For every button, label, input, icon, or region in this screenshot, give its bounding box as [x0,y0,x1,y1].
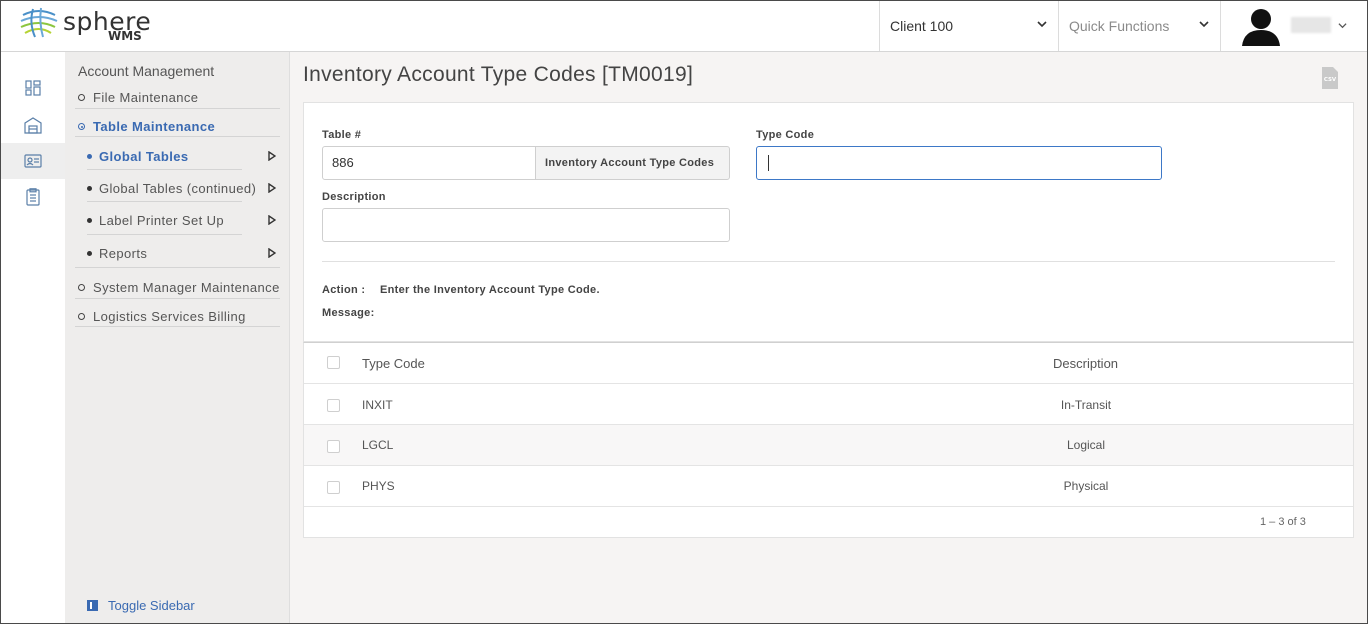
sidebar-item-label: Logistics Services Billing [93,309,246,324]
expand-triangle-icon[interactable] [268,248,276,258]
sidebar-subitem-label: Label Printer Set Up [99,213,225,228]
circle-bullet-icon [78,284,85,291]
selected-bullet-icon [78,123,85,130]
select-all-checkbox[interactable] [327,356,340,369]
chevron-down-icon [1338,23,1347,29]
rail-dashboard[interactable] [1,70,65,106]
dashboard-icon [25,80,41,96]
quick-functions-select[interactable]: Quick Functions [1058,1,1221,51]
cell-description: Logical [1066,438,1106,452]
toggle-sidebar-label: Toggle Sidebar [108,598,195,613]
sidebar-subitem-global-tables[interactable]: Global Tables [87,149,188,164]
sidebar-title: Account Management [78,63,215,79]
action-value: Enter the Inventory Account Type Code. [380,284,600,296]
sidebar-item-table-maintenance[interactable]: Table Maintenance [78,119,215,134]
table-number-input[interactable]: 886 [322,146,536,180]
divider [75,326,280,327]
client-select-value: Client 100 [890,18,954,34]
form-divider [322,261,1335,262]
cell-description: Physical [1063,479,1109,493]
account-card-icon [24,154,42,168]
sidebar-item-label: File Maintenance [93,90,199,105]
action-label: Action : [322,284,366,296]
divider [75,108,280,109]
sidebar-item-file-maintenance[interactable]: File Maintenance [78,90,198,105]
divider [87,201,242,202]
form-panel: Table # 886 Inventory Account Type Codes… [303,102,1354,342]
divider [75,136,280,137]
sidebar-item-system-manager-maintenance[interactable]: System Manager Maintenance [78,280,280,295]
cell-type-code: LGCL [362,438,394,452]
table-row[interactable]: LGCL Logical [304,425,1353,466]
sidebar-toggle-icon [87,600,98,611]
page-title: Inventory Account Type Codes [TM0019] [303,63,694,86]
sidebar: Account Management File Maintenance Tabl… [65,52,290,623]
sidebar-subitem-label: Global Tables (continued) [99,181,257,196]
chevron-down-icon [1199,21,1209,28]
circle-bullet-icon [78,313,85,320]
sidebar-subitem-label: Reports [99,246,148,261]
sphere-logo[interactable]: sphere WMS [19,5,159,47]
app-window: sphere WMS Client 100 Quick Functions Ac… [0,0,1368,624]
csv-export-icon[interactable]: CSV [1322,67,1338,89]
icon-rail [1,52,65,623]
expand-triangle-icon[interactable] [268,151,276,161]
table-name-addon: Inventory Account Type Codes [535,146,730,180]
expand-triangle-icon[interactable] [268,215,276,225]
table-row[interactable]: PHYS Physical [304,466,1353,507]
expand-triangle-icon[interactable] [268,183,276,193]
user-name-redacted [1291,17,1331,33]
divider [87,169,242,170]
type-code-label: Type Code [756,129,815,141]
chevron-down-icon [1037,21,1047,28]
sidebar-item-label: System Manager Maintenance [93,280,280,295]
table-row[interactable]: INXIT In-Transit [304,384,1353,425]
bullet-icon [87,251,92,256]
pagination-range: 1 – 3 of 3 [1260,516,1306,528]
description-label: Description [322,191,386,203]
user-menu[interactable] [1220,1,1367,51]
column-header-type-code[interactable]: Type Code [362,356,425,371]
cell-type-code: PHYS [362,479,395,493]
row-checkbox[interactable] [327,481,340,494]
message-label: Message: [322,307,375,319]
table-header-row: Type Code Description [304,343,1353,384]
quick-functions-placeholder: Quick Functions [1069,18,1170,34]
row-checkbox[interactable] [327,399,340,412]
logo-subtext: WMS [108,29,142,43]
sidebar-item-label: Table Maintenance [93,119,216,134]
warehouse-icon [24,117,42,134]
divider [87,234,242,235]
cell-type-code: INXIT [362,398,393,412]
table-number-label: Table # [322,129,362,141]
client-select[interactable]: Client 100 [879,1,1059,51]
sidebar-subitem-label: Global Tables [99,149,189,164]
sidebar-subitem-global-tables-continued[interactable]: Global Tables (continued) [87,181,256,196]
bullet-icon [87,218,92,223]
divider [75,298,280,299]
divider [75,267,280,268]
rail-reports[interactable] [1,179,65,215]
circle-bullet-icon [78,94,85,101]
row-checkbox[interactable] [327,440,340,453]
sidebar-subitem-label-printer-set-up[interactable]: Label Printer Set Up [87,213,224,228]
clipboard-icon [26,188,40,206]
description-input[interactable] [322,208,730,242]
cell-description: In-Transit [1060,398,1112,412]
top-header: sphere WMS Client 100 Quick Functions [1,1,1367,52]
sidebar-subitem-reports[interactable]: Reports [87,246,147,261]
toggle-sidebar-button[interactable]: Toggle Sidebar [87,598,195,613]
user-avatar-icon [1242,9,1280,46]
csv-label: CSV [1324,77,1337,83]
bullet-icon [87,154,92,159]
rail-warehouse[interactable] [1,107,65,143]
sidebar-item-logistics-services-billing[interactable]: Logistics Services Billing [78,309,246,324]
globe-icon [20,7,58,38]
type-codes-table: Type Code Description INXIT In-Transit L… [303,342,1354,538]
column-header-description[interactable]: Description [1053,356,1118,371]
type-code-input[interactable] [756,146,1162,180]
rail-account-management[interactable] [1,143,65,179]
bullet-icon [87,186,92,191]
text-cursor [768,155,769,171]
